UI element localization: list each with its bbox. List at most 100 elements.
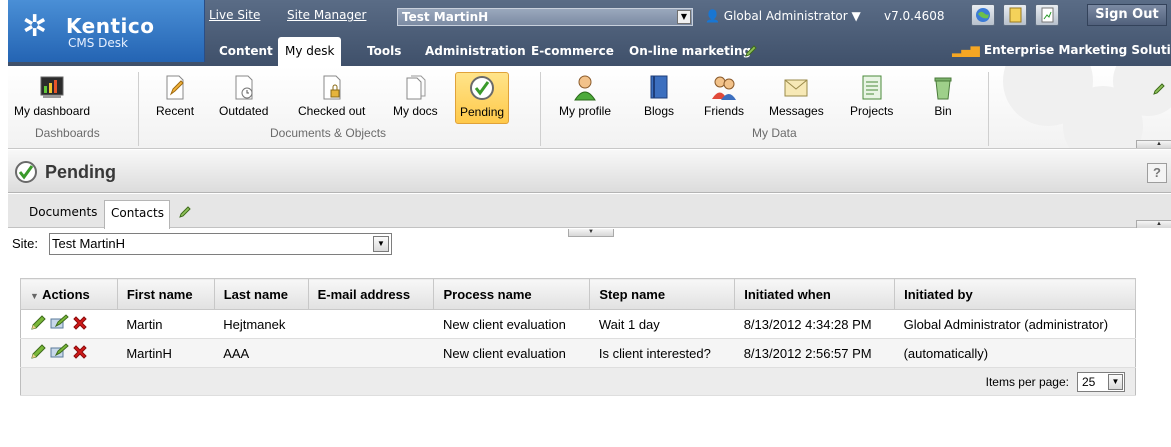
cell-step-name: Is client interested?: [589, 338, 735, 368]
cell-email: [308, 338, 434, 368]
pending-icon: [15, 161, 37, 183]
collapse-ribbon-button[interactable]: ▲: [1136, 140, 1171, 148]
table-row: MartinH AAA New client evaluation Is cli…: [20, 338, 1136, 368]
delete-icon[interactable]: [72, 315, 88, 331]
logo-asterisk-icon: ✲: [22, 9, 48, 44]
column-initiated-when[interactable]: Initiated when: [734, 278, 896, 310]
group-my-data: My Data: [752, 126, 797, 140]
reports-icon[interactable]: [1035, 4, 1059, 26]
checked-out-icon: [323, 75, 341, 100]
friends-button[interactable]: Friends: [704, 74, 744, 118]
projects-icon: [862, 75, 882, 100]
page-title-bar: Pending ?: [8, 150, 1171, 193]
tab-contacts[interactable]: Contacts: [104, 200, 170, 229]
app-frame: ✲ Kentico CMS Desk Live Site Site Manage…: [8, 0, 1171, 447]
my-docs-icon: [406, 75, 426, 100]
edit-tabs-icon[interactable]: [744, 44, 758, 61]
checked-out-button[interactable]: Checked out: [298, 74, 365, 118]
edit-icon[interactable]: [30, 343, 47, 360]
items-per-page-select[interactable]: 25 ▼: [1077, 371, 1125, 392]
chevron-down-icon: ▼: [373, 236, 389, 252]
site-select[interactable]: Test MartinH ▼: [397, 8, 693, 26]
tab-documents[interactable]: Documents: [29, 205, 97, 219]
column-initiated-by[interactable]: Initiated by: [894, 278, 1136, 310]
messages-button[interactable]: Messages: [769, 74, 824, 118]
outdated-icon: [235, 75, 253, 100]
tab-administration[interactable]: Administration: [425, 44, 526, 58]
grid-pager-row: Items per page: 25 ▼: [20, 367, 1136, 396]
table-row: Martin Hejtmanek New client evaluation W…: [20, 309, 1136, 339]
ribbon-separator: [988, 72, 989, 146]
workflow-steps-icon[interactable]: [50, 314, 69, 331]
cell-email: [308, 309, 434, 339]
page-title: Pending: [45, 162, 116, 182]
column-step-name[interactable]: Step name: [589, 278, 736, 310]
delete-icon[interactable]: [72, 344, 88, 360]
bin-icon: [934, 77, 952, 100]
column-process-name[interactable]: Process name: [433, 278, 591, 310]
cell-first-name: Martin: [117, 309, 215, 339]
site-dropdown[interactable]: Test MartinH ▼: [49, 233, 392, 255]
collapse-tabs-button[interactable]: ▲: [1136, 220, 1171, 228]
user-menu[interactable]: 👤 Global Administrator ▼: [705, 9, 861, 23]
my-dashboard-button[interactable]: My dashboard: [14, 74, 90, 118]
my-profile-button[interactable]: My profile: [559, 74, 611, 118]
pending-contacts-grid: ▼ Actions First name Last name E-mail ad…: [20, 278, 1136, 396]
pending-button[interactable]: Pending: [455, 72, 510, 124]
friends-icon: [712, 76, 736, 100]
tab-online-marketing[interactable]: On-line marketing: [629, 44, 751, 58]
tab-content[interactable]: Content: [219, 44, 273, 58]
recent-button[interactable]: Recent: [156, 74, 194, 118]
my-docs-button[interactable]: My docs: [393, 74, 438, 118]
messages-icon: [784, 79, 808, 97]
blogs-icon: [650, 75, 668, 99]
pending-icon: [470, 76, 495, 100]
edit-ribbon-icon[interactable]: [1152, 82, 1166, 99]
sub-tabs: Documents Contacts ▲: [8, 194, 1171, 229]
group-dashboards: Dashboards: [35, 126, 100, 140]
help-button[interactable]: ?: [1147, 163, 1167, 183]
signal-bars-icon: ▂▄▆: [952, 43, 980, 57]
tab-e-commerce[interactable]: E-commerce: [531, 44, 614, 58]
live-site-link[interactable]: Live Site: [209, 8, 260, 22]
dashboard-icon: [40, 76, 64, 98]
column-first-name[interactable]: First name: [116, 278, 215, 310]
cell-first-name: MartinH: [117, 338, 215, 368]
cell-process-name: New client evaluation: [433, 338, 590, 368]
cell-step-name: Wait 1 day: [589, 309, 735, 339]
edit-icon[interactable]: [30, 314, 47, 331]
cell-last-name: Hejtmanek: [214, 309, 309, 339]
edit-subtabs-icon[interactable]: [178, 205, 192, 222]
group-documents-objects: Documents & Objects: [270, 126, 387, 140]
expand-tabs-button[interactable]: ▼: [568, 229, 614, 237]
projects-button[interactable]: Projects: [850, 74, 893, 118]
cell-initiated-by: Global Administrator (administrator): [894, 309, 1136, 339]
version-label: v7.0.4608: [884, 9, 945, 23]
ribbon-separator: [138, 72, 139, 146]
cell-initiated-when: 8/13/2012 2:56:57 PM: [734, 338, 895, 368]
cell-initiated-when: 8/13/2012 4:34:28 PM: [734, 309, 895, 339]
kentico-logo[interactable]: ✲ Kentico CMS Desk: [8, 0, 205, 62]
outdated-button[interactable]: Outdated: [219, 74, 268, 118]
blogs-button[interactable]: Blogs: [644, 74, 674, 118]
user-name: Global Administrator: [723, 9, 848, 23]
column-actions[interactable]: ▼ Actions: [20, 278, 118, 310]
tab-tools[interactable]: Tools: [367, 44, 401, 58]
logo-name: Kentico: [66, 14, 155, 38]
tab-my-desk[interactable]: My desk: [278, 37, 342, 66]
site-manager-link[interactable]: Site Manager: [287, 8, 366, 22]
sign-out-button[interactable]: Sign Out: [1087, 4, 1167, 26]
globe-icon[interactable]: [971, 4, 995, 26]
cell-initiated-by: (automatically): [894, 338, 1136, 368]
user-icon: 👤: [705, 9, 720, 23]
grid-header-row: ▼ Actions First name Last name E-mail ad…: [20, 278, 1136, 310]
column-last-name[interactable]: Last name: [213, 278, 309, 310]
top-header: ✲ Kentico CMS Desk Live Site Site Manage…: [8, 0, 1171, 66]
cell-process-name: New client evaluation: [433, 309, 590, 339]
ribbon-separator: [540, 72, 541, 146]
notes-icon[interactable]: [1003, 4, 1027, 26]
bin-button[interactable]: Bin: [930, 74, 956, 118]
ribbon-decoration: [993, 66, 1171, 148]
workflow-steps-icon[interactable]: [50, 343, 69, 360]
column-email-address[interactable]: E-mail address: [307, 278, 435, 310]
